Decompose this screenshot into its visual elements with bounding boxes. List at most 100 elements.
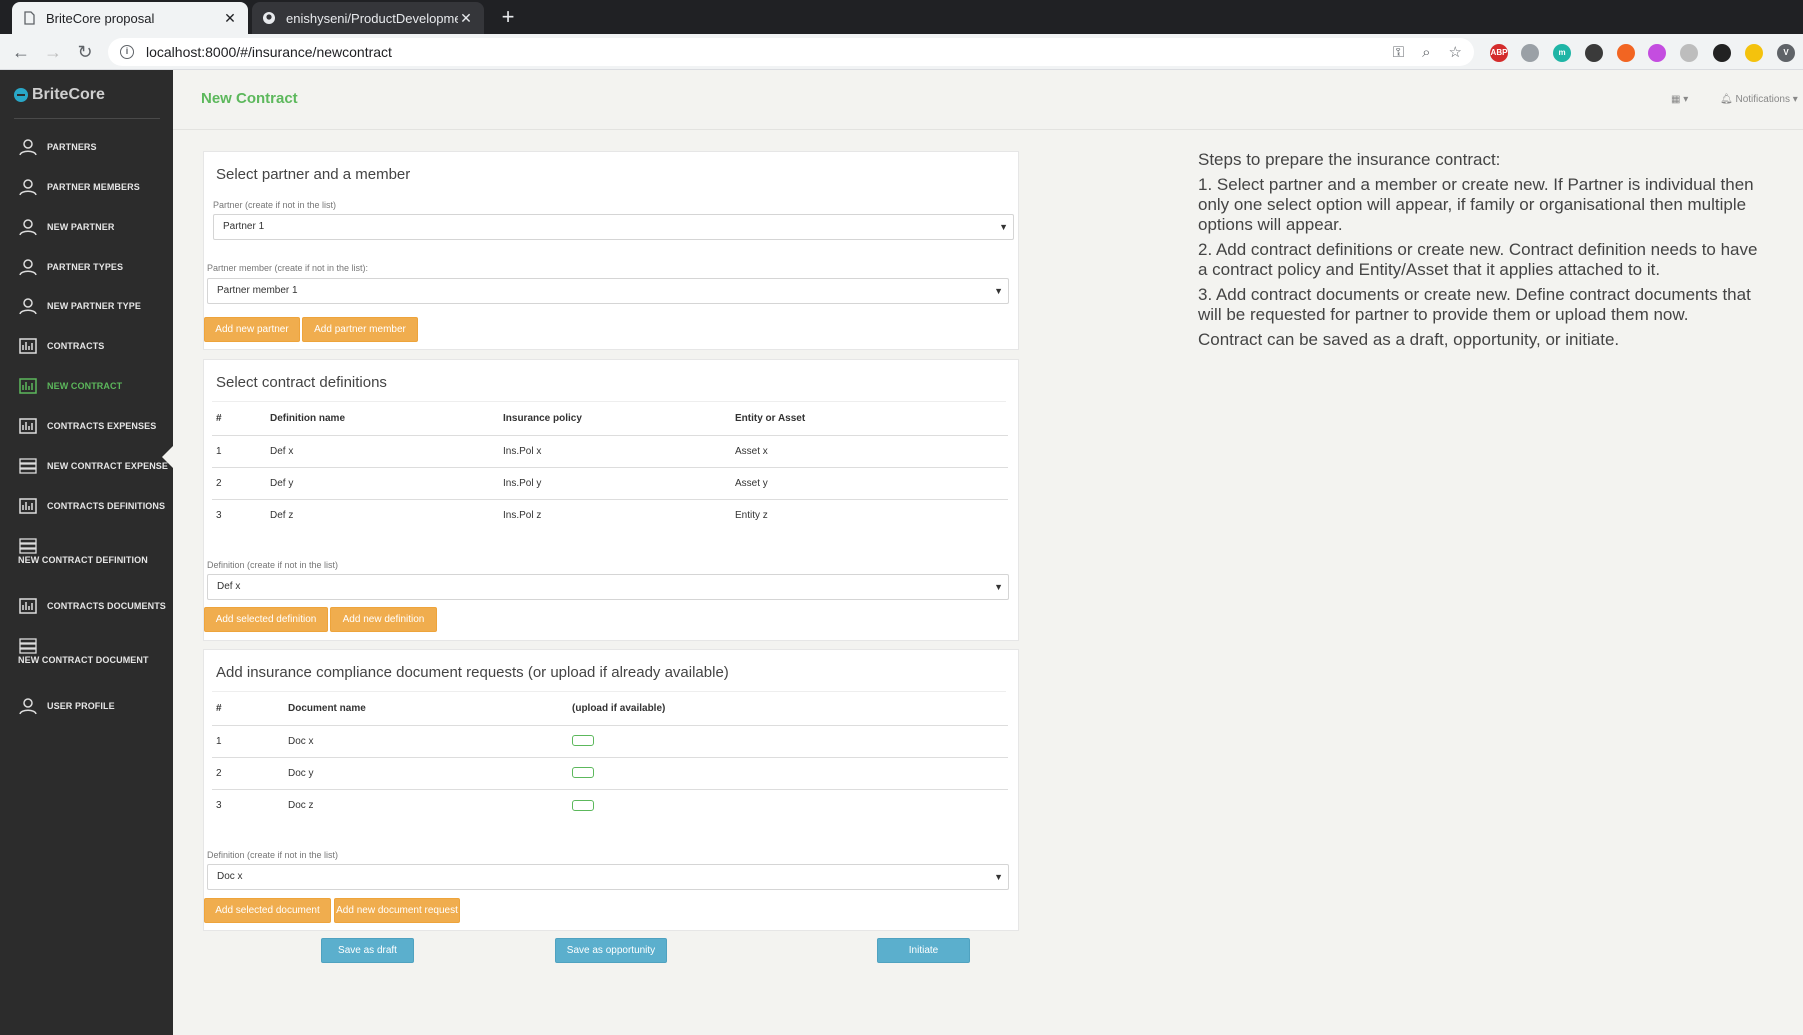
save-as-draft-button[interactable]: Save as draft (321, 938, 414, 963)
tab-britecore-proposal[interactable]: BriteCore proposal ✕ (12, 2, 248, 34)
table-cell: 1 (212, 725, 284, 758)
adblock-icon[interactable]: ABP (1490, 44, 1508, 62)
close-icon[interactable]: ✕ (222, 10, 238, 27)
table-row[interactable]: 1 Def x Ins.Pol x Asset x (212, 435, 1008, 468)
url-text[interactable]: localhost:8000/#/insurance/newcontract (146, 44, 1375, 60)
sidebar-item-new-contract-expense[interactable]: NEW CONTRACT EXPENSE (0, 458, 173, 476)
table-cell: Def x (266, 435, 499, 468)
sidebar-item-new-contract-definition[interactable]: NEW CONTRACT DEFINITION (0, 538, 150, 570)
table-row[interactable]: 2 Doc y (212, 757, 1008, 790)
table-row[interactable]: 3 Def z Ins.Pol z Entity z (212, 499, 1008, 531)
caret-down-icon: ▼ (994, 872, 1003, 882)
partner-card: Select partner and a member Partner (cre… (203, 151, 1019, 350)
table-cell: Def y (266, 467, 499, 500)
m-icon[interactable]: m (1553, 44, 1571, 62)
notifications-menu[interactable]: 🔔︎ Notifications ▾ (1720, 94, 1798, 105)
key-icon[interactable]: ⚿ (1393, 44, 1404, 61)
add-new-definition-button[interactable]: Add new definition (330, 607, 437, 632)
definitions-table: # Definition name Insurance policy Entity o… (212, 403, 1008, 531)
sidebar-item-new-partner[interactable]: NEW PARTNER (0, 219, 173, 237)
table-cell: Def z (270, 509, 294, 521)
sidebar-item-new-contract-document[interactable]: NEW CONTRACT DOCUMENT (0, 638, 150, 670)
close-icon[interactable]: ✕ (458, 10, 474, 27)
initiate-button[interactable]: Initiate (877, 938, 970, 963)
sidebar-item-partner-members[interactable]: PARTNER MEMBERS (0, 179, 173, 197)
star-icon[interactable]: ☆ (1449, 43, 1462, 61)
partner-member-select[interactable]: Partner member 1 ▼ (207, 278, 1009, 304)
table-cell: Asset y (731, 467, 1008, 500)
main-content: New Contract ▦ ▾ 🔔︎ Notifications ▾ Sele… (173, 70, 1803, 1035)
instruction-step-3: 3. Add contract documents or create new.… (1198, 285, 1751, 324)
add-selected-definition-button[interactable]: Add selected definition (204, 607, 328, 632)
definition-label: Definition (create if not in the list) (207, 560, 339, 570)
column-header[interactable]: Document name (284, 693, 568, 726)
add-new-document-request-button[interactable]: Add new document request (334, 898, 460, 923)
upload-file-button[interactable] (572, 735, 594, 747)
sidebar-item-contracts-documents[interactable]: CONTRACTS DOCUMENTS (0, 598, 173, 616)
add-new-partner-button[interactable]: Add new partner (204, 317, 300, 342)
sidebar-item-label: NEW CONTRACT EXPENSE (47, 461, 169, 471)
partner-select[interactable]: Partner 1 ▼ (213, 214, 1014, 240)
sidebar-item-contracts-expenses[interactable]: CONTRACTS EXPENSES (0, 418, 173, 436)
column-header[interactable]: # (212, 693, 284, 726)
column-header[interactable]: (upload if available) (568, 693, 1008, 726)
upload-file-button[interactable] (572, 767, 594, 779)
sidebar: BriteCore PARTNERS PARTNER MEMBERS NEW PAR… (0, 70, 173, 1035)
column-header[interactable]: Entity or Asset (731, 403, 1008, 436)
definition-select[interactable]: Def x ▼ (207, 574, 1009, 600)
upload-file-button[interactable] (572, 799, 594, 811)
sidebar-item-partners[interactable]: PARTNERS (0, 139, 173, 157)
document-select[interactable]: Doc x ▼ (207, 864, 1009, 890)
sidebar-item-new-partner-type[interactable]: NEW PARTNER TYPE (0, 298, 173, 316)
definition-select-value: Def x (217, 581, 241, 592)
sidebar-item-label: NEW PARTNER (47, 222, 115, 232)
chart-icon (18, 497, 38, 515)
document-icon (24, 11, 35, 25)
sidebar-item-label: USER PROFILE (47, 701, 115, 711)
sidebar-item-contracts-definitions[interactable]: CONTRACTS DEFINITIONS (0, 498, 173, 516)
instructions-heading: Steps to prepare the insurance contract: (1198, 150, 1501, 169)
table-row[interactable]: 1 Doc x (212, 725, 1008, 758)
table-cell: 1 (212, 435, 266, 468)
back-icon[interactable]: ← (10, 41, 32, 63)
info-icon[interactable]: i (120, 45, 134, 59)
add-partner-member-button[interactable]: Add partner member (302, 317, 418, 342)
grey-square-icon[interactable] (1680, 44, 1698, 62)
sidebar-item-partner-types[interactable]: PARTNER TYPES (0, 259, 173, 277)
divider (212, 401, 1006, 402)
zoom-icon[interactable]: ⌕ (1422, 44, 1430, 61)
upload-cell (568, 725, 1008, 758)
black-circle-icon[interactable] (1713, 44, 1731, 62)
caret-down-icon: ▼ (994, 582, 1003, 592)
table-row[interactable]: 3 Doc z (212, 789, 1008, 821)
table-row[interactable]: 2 Def y Ins.Pol y Asset y (212, 467, 1008, 500)
sidebar-item-label: NEW CONTRACT (47, 381, 123, 391)
partner-label: Partner (create if not in the list) (213, 200, 337, 210)
save-as-opportunity-button[interactable]: Save as opportunity (555, 938, 667, 963)
address-bar[interactable]: i localhost:8000/#/insurance/newcontract… (108, 38, 1474, 66)
dark-circle-icon[interactable] (1585, 44, 1603, 62)
forward-icon[interactable]: → (42, 41, 64, 63)
drive-icon[interactable] (1521, 44, 1539, 62)
chart-icon (18, 377, 38, 395)
upload-cell (568, 757, 1008, 790)
sidebar-item-user-profile[interactable]: USER PROFILE (0, 698, 173, 716)
sidebar-item-label: PARTNER MEMBERS (47, 182, 140, 192)
reload-icon[interactable]: ↻ (74, 41, 96, 63)
sidebar-item-contracts[interactable]: CONTRACTS (0, 338, 173, 356)
color-wheel-icon[interactable] (1648, 44, 1666, 62)
partner-select-value: Partner 1 (223, 221, 265, 232)
column-header[interactable]: # (212, 403, 266, 436)
yellow-c-icon[interactable] (1745, 44, 1763, 62)
v-icon[interactable]: V (1777, 44, 1795, 62)
brand-logo[interactable]: BriteCore (14, 86, 105, 104)
column-header[interactable]: Insurance policy (499, 403, 731, 436)
add-selected-document-button[interactable]: Add selected document (204, 898, 331, 923)
table-cell: Ins.Pol x (499, 435, 731, 468)
new-tab-button[interactable]: + (494, 4, 522, 32)
view-switcher[interactable]: ▦ ▾ (1671, 94, 1688, 105)
tab-github[interactable]: enishyseni/ProductDevelopment ✕ (252, 2, 484, 34)
column-header[interactable]: Definition name (266, 403, 499, 436)
orange-x-icon[interactable] (1617, 44, 1635, 62)
sidebar-item-new-contract[interactable]: NEW CONTRACT (0, 378, 173, 396)
